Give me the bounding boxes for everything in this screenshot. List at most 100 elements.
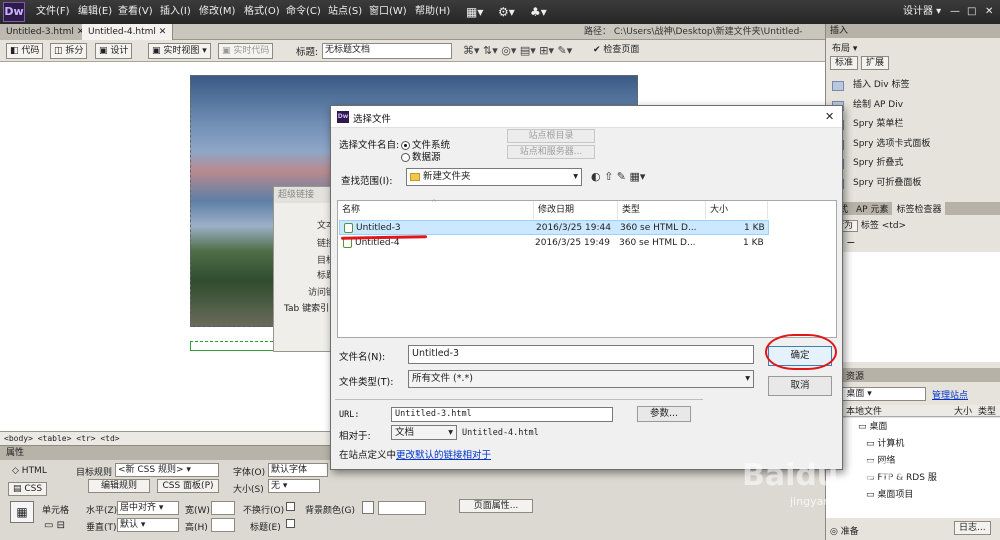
menu-site[interactable]: 站点(S) xyxy=(328,0,362,24)
menu-window[interactable]: 窗口(W) xyxy=(369,0,407,24)
height-field[interactable] xyxy=(211,518,235,532)
menu-help[interactable]: 帮助(H) xyxy=(415,0,450,24)
site-server-button[interactable]: 站点和服务器... xyxy=(507,145,595,159)
toolbar-icons[interactable]: ⌘▾ ⇅▾ ◎▾ ▤▾ ⊞▾ ✎▾ xyxy=(463,44,572,57)
spry-accordion-item[interactable]: Spry 折叠式 xyxy=(826,154,1000,174)
merge-cells-icon[interactable]: ▭ ⊟ xyxy=(44,520,65,531)
horz-select[interactable]: 居中对齐 ▾ xyxy=(117,501,179,515)
layout-category[interactable]: 布局 ▾ xyxy=(826,38,1000,54)
header-checkbox[interactable] xyxy=(286,519,295,528)
close-app-button[interactable]: ✕ xyxy=(985,0,993,24)
font-select[interactable]: 默认字体 xyxy=(268,463,328,477)
live-view-button[interactable]: ▣ 实时视图 ▾ xyxy=(148,43,211,59)
behaviors-list xyxy=(826,252,1000,362)
expand-button[interactable]: 扩展 xyxy=(861,56,890,70)
menu-commands[interactable]: 命令(C) xyxy=(286,0,321,24)
spry-collapsible-item[interactable]: Spry 可折叠面板 xyxy=(826,174,1000,194)
dialog-close-button[interactable]: ✕ xyxy=(825,110,834,123)
workspace-switcher[interactable]: 设计器 ▾ xyxy=(903,0,941,24)
insert-div-item[interactable]: 插入 Div 标签 xyxy=(826,76,1000,96)
title-field[interactable]: 无标题文档 xyxy=(322,43,452,59)
nowrap-checkbox[interactable] xyxy=(286,502,295,511)
site-select[interactable]: ▭ 桌面 ▾ xyxy=(832,387,926,401)
css-ap-tags-tabs: 样式 AP 元素 标签检查器 xyxy=(826,202,1000,215)
column-type[interactable]: 类型 xyxy=(618,201,706,219)
file-type: 360 se HTML D... xyxy=(620,223,697,233)
live-code-button[interactable]: ▣ 实时代码 xyxy=(218,43,274,59)
hyperlink-tabindex-label: Tab 键索引: xyxy=(284,304,333,314)
nav-toolbar-icons[interactable]: ◐ ⇧ ✎ ▦▾ xyxy=(591,170,645,183)
manage-sites-link[interactable]: 管理站点 xyxy=(932,388,968,401)
filename-input[interactable]: Untitled-3 xyxy=(408,345,754,364)
layout-icon[interactable]: ▦▾ xyxy=(466,0,483,24)
tab-tag-inspector[interactable]: 标签检查器 xyxy=(892,202,946,215)
status-ready: ◎ 准备 xyxy=(830,527,859,537)
dreamweaver-small-icon: Dw xyxy=(337,111,349,123)
menu-insert[interactable]: 插入(I) xyxy=(160,0,191,24)
size-header[interactable]: 大小 xyxy=(954,404,978,417)
log-button[interactable]: 日志... xyxy=(954,521,991,535)
page-properties-button[interactable]: 页面属性... xyxy=(459,499,533,513)
html-file-icon xyxy=(344,222,353,233)
parameters-button[interactable]: 参数... xyxy=(637,406,691,422)
look-in-select[interactable]: 新建文件夹 ▾ xyxy=(406,168,582,186)
vert-select[interactable]: 默认 ▾ xyxy=(117,518,179,532)
menu-view[interactable]: 查看(V) xyxy=(118,0,153,24)
column-size[interactable]: 大小 xyxy=(706,201,768,219)
filetype-select[interactable]: 所有文件 (*.*) ▾ xyxy=(408,370,754,388)
design-view-button[interactable]: ▣ 设计 xyxy=(95,43,133,59)
bgcolor-field[interactable] xyxy=(378,501,426,515)
menu-file[interactable]: 文件(F) xyxy=(36,0,70,24)
split-view-button[interactable]: ◫ 拆分 xyxy=(50,43,88,59)
tab-untitled-3[interactable]: Untitled-3.html ✕ xyxy=(0,24,92,40)
file-row-untitled-3[interactable]: Untitled-3 2016/3/25 19:44 360 se HTML D… xyxy=(339,220,769,235)
tree-desktop[interactable]: ▭ 桌面 xyxy=(826,418,1000,433)
datasource-radio[interactable]: 数据源 xyxy=(401,149,441,163)
relative-select[interactable]: 文档 ▾ xyxy=(391,425,457,440)
site-root-button[interactable]: 站点根目录 xyxy=(507,129,595,143)
local-files-header[interactable]: 本地文件 xyxy=(826,404,954,417)
menu-bar: Dw 文件(F) 编辑(E) 查看(V) 插入(I) 修改(M) 格式(O) 命… xyxy=(0,0,1000,24)
title-label: 标题: xyxy=(296,47,319,58)
file-list[interactable]: 名称 修改日期 类型 大小 ^ Untitled-3 2016/3/25 19:… xyxy=(337,199,837,338)
bgcolor-label: 背景颜色(G) xyxy=(305,506,355,516)
css-mode-button[interactable]: ▤ CSS xyxy=(8,482,48,496)
insert-panel-tab[interactable]: 插入 xyxy=(826,24,1000,38)
check-page-button[interactable]: ✔ 检查页面 xyxy=(590,43,642,59)
gear-icon[interactable]: ⚙▾ xyxy=(498,0,515,24)
standard-button[interactable]: 标准 xyxy=(830,56,859,70)
edit-rule-button[interactable]: 编辑规则 xyxy=(88,479,150,493)
menu-edit[interactable]: 编辑(E) xyxy=(78,0,112,24)
cancel-button[interactable]: 取消 xyxy=(768,376,832,396)
type-header[interactable]: 类型 xyxy=(978,404,996,417)
change-default-link[interactable]: 更改默认的链接相对于 xyxy=(396,450,491,461)
file-type: 360 se HTML D... xyxy=(619,238,696,248)
url-input[interactable]: Untitled-3.html xyxy=(391,407,613,422)
bgcolor-swatch[interactable] xyxy=(362,501,374,514)
width-field[interactable] xyxy=(211,501,235,515)
dialog-title: 选择文件 xyxy=(353,114,392,125)
draw-ap-div-item[interactable]: 绘制 AP Div xyxy=(826,96,1000,116)
document-tabs: Untitled-3.html ✕ Untitled-4.html ✕ 路径： … xyxy=(0,24,825,53)
tab-untitled-4[interactable]: Untitled-4.html ✕ xyxy=(82,24,174,40)
css-panel-button[interactable]: CSS 面板(P) xyxy=(157,479,219,493)
cell-label: 单元格 xyxy=(42,506,70,516)
tree-computer[interactable]: ▭ 计算机 xyxy=(826,433,1000,450)
size-select[interactable]: 无 ▾ xyxy=(268,479,320,493)
dialog-divider xyxy=(335,399,703,400)
select-file-dialog: Dw 选择文件 ✕ 选择文件名自: 文件系统 数据源 站点根目录 站点和服务器.… xyxy=(330,105,843,470)
minimize-button[interactable]: — xyxy=(950,0,960,24)
menu-format[interactable]: 格式(O) xyxy=(244,0,280,24)
tab-ap-elements[interactable]: AP 元素 xyxy=(852,202,892,215)
spry-menubar-item[interactable]: Spry 菜单栏 xyxy=(826,115,1000,135)
code-view-button[interactable]: ◧ 代码 xyxy=(6,43,44,59)
file-date: 2016/3/25 19:49 xyxy=(535,238,610,248)
maximize-button[interactable]: □ xyxy=(967,0,976,24)
menu-modify[interactable]: 修改(M) xyxy=(199,0,235,24)
column-date[interactable]: 修改日期 xyxy=(534,201,618,219)
current-tag-label: 标签 <td> xyxy=(860,221,907,231)
extend-icon[interactable]: ♣▾ xyxy=(530,0,547,24)
target-rule-select[interactable]: <新 CSS 规则> ▾ xyxy=(115,463,219,477)
html-mode-button[interactable]: ◇ HTML xyxy=(12,466,47,476)
spry-tabbed-panels-item[interactable]: Spry 选项卡式面板 xyxy=(826,135,1000,155)
